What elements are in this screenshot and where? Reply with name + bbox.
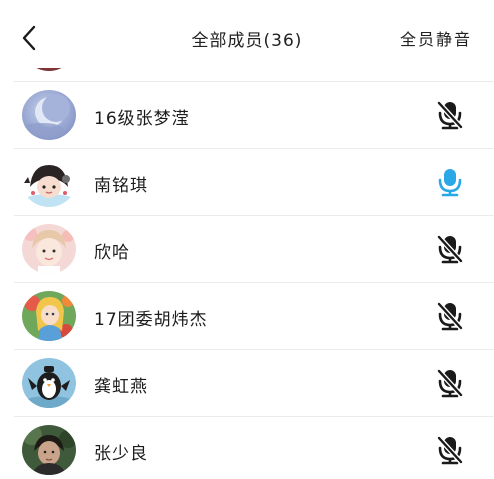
member-name: 17团委胡炜杰 [94,310,208,330]
mic-toggle-button[interactable] [434,434,466,466]
mic-muted-icon [436,301,464,331]
divider [14,81,494,82]
mic-active-icon [438,169,462,197]
avatar [22,425,76,475]
avatar [22,157,76,207]
member-list: 16级张梦滢 南铭琪 欣哈 17团委胡炜杰 龚虹燕 张少良 [0,82,494,479]
avatar [22,358,76,408]
member-row[interactable]: 欣哈 [14,216,494,283]
member-name: 欣哈 [94,243,130,263]
mic-toggle-button[interactable] [434,300,466,332]
mic-muted-icon [436,368,464,398]
mic-toggle-button[interactable] [434,367,466,399]
mute-all-button[interactable]: 全员静音 [400,26,472,50]
member-row[interactable]: 17团委胡炜杰 [14,283,494,350]
member-list-page: 全部成员(36) 全员静音 16级张梦滢 南铭琪 欣哈 17团委胡炜杰 龚虹燕 … [0,0,494,479]
avatar [22,90,76,140]
mic-muted-icon [436,100,464,130]
member-row[interactable]: 张少良 [14,417,494,479]
member-name: 16级张梦滢 [94,109,190,129]
mic-muted-icon [436,234,464,264]
avatar [22,224,76,274]
top-bar: 全部成员(36) 全员静音 [0,0,494,68]
mic-toggle-button[interactable] [434,233,466,265]
member-name: 张少良 [94,444,148,464]
member-name: 龚虹燕 [94,377,148,397]
member-row[interactable]: 16级张梦滢 [14,82,494,149]
mic-toggle-button[interactable] [434,99,466,131]
mic-toggle-button[interactable] [434,166,466,198]
mic-muted-icon [436,435,464,465]
avatar [22,291,76,341]
member-row[interactable]: 龚虹燕 [14,350,494,417]
member-row[interactable]: 南铭琪 [14,149,494,216]
member-name: 南铭琪 [94,176,148,196]
